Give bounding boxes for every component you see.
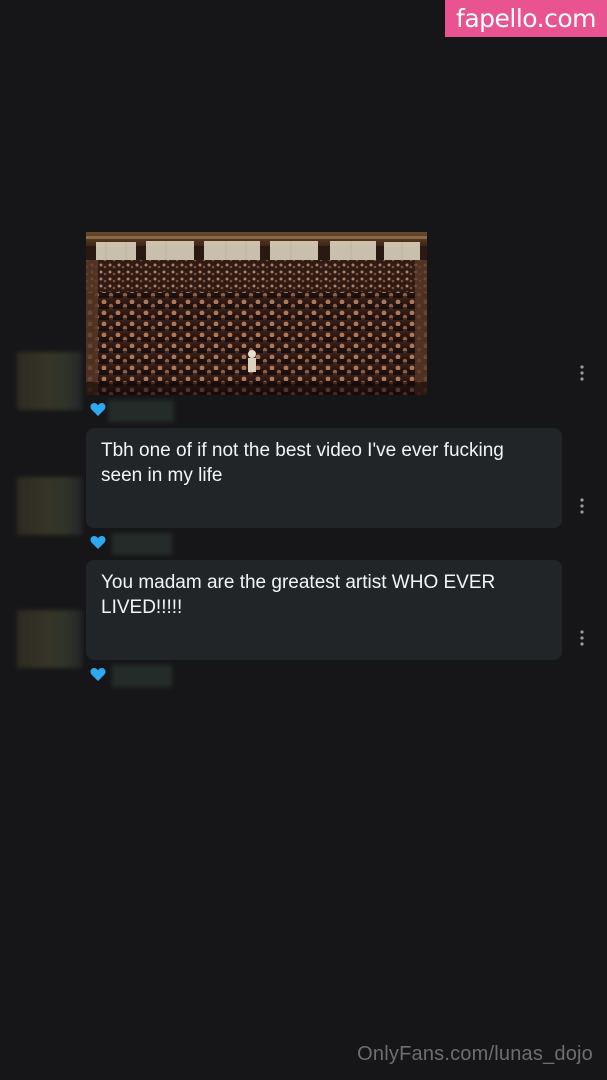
fapello-watermark: fapello.com <box>445 0 607 37</box>
blurred-username <box>112 533 172 555</box>
heart-icon[interactable] <box>90 535 106 550</box>
message-text: Tbh one of if not the best video I've ev… <box>101 440 504 486</box>
avatar[interactable] <box>17 477 82 535</box>
avatar[interactable] <box>17 610 82 668</box>
message-bubble[interactable]: You madam are the greatest artist WHO EV… <box>86 560 562 660</box>
avatar[interactable] <box>17 352 82 410</box>
message-text: You madam are the greatest artist WHO EV… <box>101 572 496 618</box>
onlyfans-watermark: OnlyFans.com/lunas_dojo <box>357 1043 593 1065</box>
more-vertical-icon[interactable] <box>576 364 588 382</box>
heart-icon[interactable] <box>90 667 106 682</box>
blurred-username <box>108 400 174 422</box>
heart-icon[interactable] <box>90 402 106 417</box>
blurred-username <box>112 665 172 687</box>
message-bubble[interactable]: Tbh one of if not the best video I've ev… <box>86 428 562 528</box>
more-vertical-icon[interactable] <box>576 629 588 647</box>
more-vertical-icon[interactable] <box>576 497 588 515</box>
message-media-image[interactable] <box>86 232 427 395</box>
